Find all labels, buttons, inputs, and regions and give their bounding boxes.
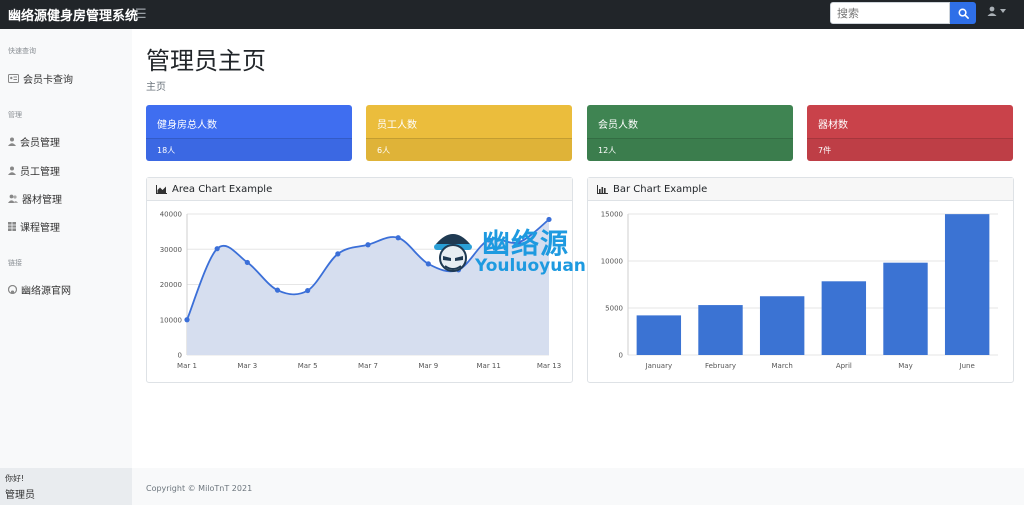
stat-value: 12人 — [587, 138, 793, 161]
sidebar-item-equipment[interactable]: 器材管理 — [8, 191, 62, 206]
x-tick-label: Mar 13 — [537, 362, 561, 370]
sidebar-item-staff[interactable]: 员工管理 — [8, 163, 60, 178]
data-point — [335, 251, 341, 257]
bar — [759, 296, 805, 355]
stat-card-equipment[interactable]: 器材数 7件 — [807, 105, 1013, 161]
y-tick-label: 10000 — [601, 258, 623, 266]
area-chart-header: Area Chart Example — [147, 178, 572, 201]
area-chart-card: Area Chart Example 0 10000 20000 30000 40000… — [146, 177, 573, 383]
watermark-en-text: Youluoyuan — [475, 256, 586, 276]
bar — [944, 214, 990, 355]
stat-label: 健身房总人数 — [157, 120, 217, 131]
watermark-logo: 幽络源 Youluoyuan — [428, 220, 600, 280]
bar — [636, 315, 682, 355]
y-tick-label: 40000 — [160, 211, 182, 219]
data-point — [305, 287, 311, 294]
sidebar-item-label: 器材管理 — [22, 195, 62, 206]
menu-toggle-icon[interactable]: ☰ — [135, 7, 147, 22]
y-tick-label: 5000 — [605, 305, 623, 313]
stat-card-total[interactable]: 健身房总人数 18人 — [146, 105, 352, 161]
sidebar-item-website[interactable]: 幽络源官网 — [8, 282, 71, 297]
stat-label: 员工人数 — [377, 120, 417, 131]
bar-chart-card: Bar Chart Example 0 5000 10000 15000 January… — [587, 177, 1014, 383]
id-card-icon — [8, 74, 19, 83]
sidebar-heading-manage: 管理 — [8, 111, 22, 119]
sidebar-footer: 你好! 管理员 — [0, 468, 132, 505]
sidebar: 快速查询 会员卡查询 管理 会员管理 员工管理 器材管理 课程管理 链接 幽络源… — [0, 29, 132, 505]
sidebar-item-label: 会员卡查询 — [23, 75, 73, 86]
user-icon — [987, 6, 997, 16]
page-footer: Copyright © MiloTnT 2021 — [132, 468, 1024, 505]
bar — [883, 262, 928, 355]
user-role: 管理员 — [5, 490, 35, 501]
bar — [821, 281, 867, 355]
table-icon — [8, 222, 16, 231]
sidebar-item-courses[interactable]: 课程管理 — [8, 219, 60, 234]
sidebar-item-label: 员工管理 — [20, 167, 60, 178]
x-tick-label: Mar 7 — [358, 362, 378, 370]
top-navbar: 幽络源健身房管理系统 ☰ — [0, 0, 1024, 29]
x-tick-label: Mar 11 — [476, 362, 500, 370]
stat-card-staff[interactable]: 员工人数 6人 — [366, 105, 572, 161]
search-icon — [958, 8, 969, 19]
data-point — [184, 317, 190, 323]
page-title: 管理员主页 — [146, 47, 266, 75]
search-input[interactable] — [830, 2, 950, 24]
data-point — [214, 246, 220, 252]
sidebar-heading-links: 链接 — [8, 259, 22, 267]
stat-card-members[interactable]: 会员人数 12人 — [587, 105, 793, 161]
bar-chart-header: Bar Chart Example — [588, 178, 1013, 201]
x-tick-label: May — [898, 362, 912, 370]
copyright-text: Copyright © MiloTnT 2021 — [146, 484, 253, 493]
stat-value: 7件 — [807, 138, 1013, 161]
x-tick-label: Mar 9 — [418, 362, 438, 370]
stat-value: 6人 — [366, 138, 572, 161]
bar-chart: 0 5000 10000 15000 January February March April… — [601, 211, 998, 370]
data-point — [244, 259, 250, 266]
stat-label: 会员人数 — [598, 120, 638, 131]
y-tick-label: 30000 — [160, 246, 182, 254]
data-point — [274, 287, 281, 293]
github-icon — [8, 285, 17, 294]
app-brand[interactable]: 幽络源健身房管理系统 — [0, 5, 138, 24]
data-point — [395, 235, 401, 241]
sidebar-item-label: 课程管理 — [20, 223, 60, 234]
x-tick-label: March — [771, 362, 792, 370]
y-tick-label: 0 — [178, 352, 182, 360]
stat-label: 器材数 — [818, 120, 848, 131]
x-tick-label: February — [705, 362, 736, 370]
x-tick-label: Mar 5 — [298, 362, 318, 370]
user-icon — [8, 166, 16, 175]
search-form — [830, 2, 976, 24]
x-tick-label: June — [959, 362, 975, 370]
sidebar-item-label: 幽络源官网 — [21, 286, 71, 297]
x-tick-label: Mar 3 — [237, 362, 257, 370]
y-tick-label: 15000 — [601, 211, 623, 219]
user-icon — [8, 137, 16, 146]
y-tick-label: 0 — [619, 352, 623, 360]
stat-value: 18人 — [146, 138, 352, 161]
bar-chart-icon — [597, 184, 608, 194]
caret-down-icon — [1000, 9, 1006, 13]
data-point — [365, 242, 371, 248]
x-tick-label: April — [836, 362, 852, 370]
bar — [698, 305, 743, 355]
sidebar-item-card-query[interactable]: 会员卡查询 — [8, 71, 73, 86]
area-chart-icon — [156, 184, 167, 194]
x-tick-label: Mar 1 — [177, 362, 197, 370]
users-icon — [8, 194, 18, 203]
greeting-text: 你好! — [5, 474, 25, 483]
area-chart-title: Area Chart Example — [172, 183, 273, 195]
y-tick-label: 20000 — [160, 281, 182, 289]
sidebar-item-members[interactable]: 会员管理 — [8, 134, 60, 149]
bar-chart-title: Bar Chart Example — [613, 183, 708, 195]
y-tick-label: 10000 — [160, 316, 182, 324]
x-tick-label: January — [645, 362, 673, 370]
breadcrumb: 主页 — [146, 82, 166, 93]
user-dropdown[interactable] — [987, 6, 1006, 16]
sidebar-heading-quick: 快速查询 — [8, 47, 36, 55]
search-button[interactable] — [950, 2, 976, 24]
sidebar-item-label: 会员管理 — [20, 138, 60, 149]
hacker-mascot-icon — [434, 234, 472, 272]
